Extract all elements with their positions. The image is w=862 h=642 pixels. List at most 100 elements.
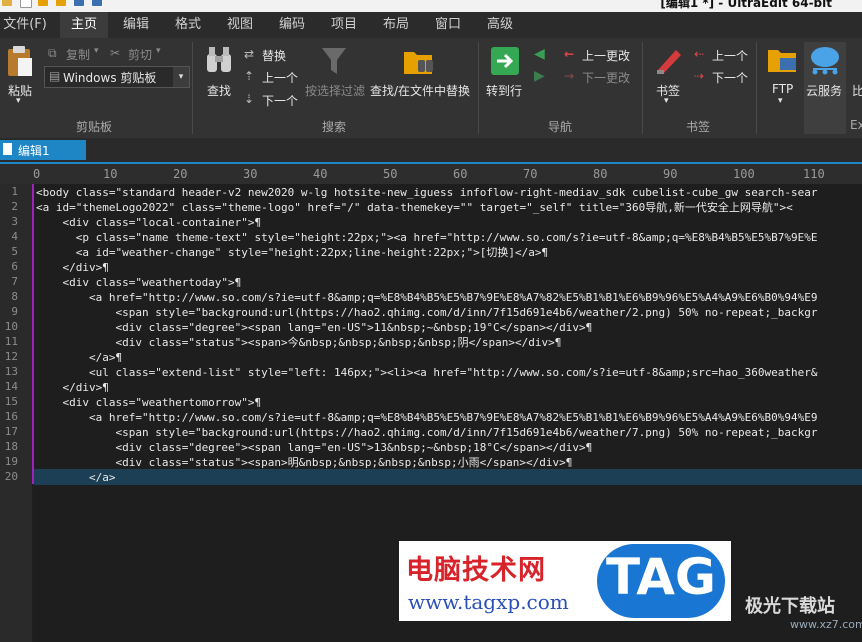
tab-window[interactable]: 窗口 xyxy=(426,12,470,38)
watermark-tag-text: TAG xyxy=(606,548,716,606)
group-divider xyxy=(478,42,479,134)
code-line[interactable]: <div class="status"><span>今&nbsp;&nbsp;&… xyxy=(36,335,561,350)
group-divider xyxy=(756,42,757,134)
ruler-label: 20 xyxy=(173,167,188,181)
code-line[interactable]: <div class="degree"><span lang="en-US">1… xyxy=(36,320,592,335)
code-line[interactable]: <div class="weathertomorrow">¶ xyxy=(36,395,261,410)
copy-icon: ⧉ xyxy=(48,46,57,60)
watermark-site2-url: www.xz7.com xyxy=(790,618,862,631)
code-line[interactable]: </div>¶ xyxy=(36,260,108,275)
tab-project[interactable]: 项目 xyxy=(322,12,366,38)
line-number: 19 xyxy=(4,455,18,468)
ribbon: 粘贴 ▾ ⧉ 复制 ▾ ✂ 剪切 ▾ ▤ Windows 剪贴板 ▾ 剪贴板 查… xyxy=(0,38,862,138)
save-all-icon[interactable] xyxy=(92,0,102,6)
group-search-label: 搜索 xyxy=(322,120,347,134)
line-number: 11 xyxy=(4,335,18,348)
ftp-label: FTP xyxy=(772,82,794,96)
code-line[interactable]: <div class="status"><span>明&nbsp;&nbsp;&… xyxy=(36,455,572,470)
document-tab-label: 编辑1 xyxy=(18,144,50,158)
prev-bookmark-icon: ⇠ xyxy=(694,47,705,61)
tab-home[interactable]: 主页 xyxy=(60,12,108,38)
document-tab[interactable]: 编辑1 xyxy=(0,140,86,160)
cloud-services-label: 云服务 xyxy=(806,84,843,98)
chevron-down-icon: ▾ xyxy=(778,96,783,106)
find-label: 查找 xyxy=(207,84,232,98)
clipboard-select-value: Windows 剪贴板 xyxy=(63,71,157,85)
scissors-icon: ✂ xyxy=(110,46,121,60)
goto-arrow-icon xyxy=(491,47,519,75)
group-bookmarks-label: 书签 xyxy=(686,120,711,134)
line-number: 20 xyxy=(4,470,18,483)
tab-file[interactable]: 文件(F) xyxy=(0,12,50,38)
tab-view[interactable]: 视图 xyxy=(218,12,262,38)
find-prev-label: 上一个 xyxy=(262,71,299,85)
code-line[interactable]: <body class="standard header-v2 new2020 … xyxy=(36,185,817,200)
code-line[interactable]: </a>¶ xyxy=(36,350,122,365)
save-icon[interactable] xyxy=(74,0,84,6)
prev-bookmark-label: 上一个 xyxy=(712,49,749,63)
find-in-files-icon xyxy=(404,52,433,74)
window-title: [编辑1 *] - UltraEdit 64-bit xyxy=(660,0,832,10)
tab-format[interactable]: 格式 xyxy=(166,12,210,38)
line-number: 1 xyxy=(11,185,18,198)
code-line[interactable]: <a id="weather-change" style="height:22p… xyxy=(36,245,548,260)
line-number: 14 xyxy=(4,380,18,393)
code-line[interactable]: <a id="themeLogo2022" class="theme-logo"… xyxy=(36,200,793,215)
tab-encoding[interactable]: 编码 xyxy=(270,12,314,38)
tab-edit[interactable]: 编辑 xyxy=(114,12,158,38)
line-number: 6 xyxy=(11,260,18,273)
tab-advanced[interactable]: 高级 xyxy=(478,12,522,38)
group-navigate-label: 导航 xyxy=(548,120,573,134)
watermark-url: www.tagxp.com xyxy=(408,590,569,614)
code-line[interactable]: </a> xyxy=(36,470,116,485)
ruler-label: 0 xyxy=(33,167,41,181)
copy-label: 复制 xyxy=(66,48,91,62)
chevron-down-icon: ▾ xyxy=(94,46,99,56)
filter-selection-label: 按选择过滤 xyxy=(305,84,366,98)
line-number: 3 xyxy=(11,215,18,228)
current-line-highlight xyxy=(34,469,862,485)
code-line[interactable]: <a href="http://www.so.com/s?ie=utf-8&am… xyxy=(36,410,818,425)
clipboard-select[interactable]: ▤ Windows 剪贴板 ▾ xyxy=(44,66,190,88)
line-number: 2 xyxy=(11,200,18,213)
code-line[interactable]: </div>¶ xyxy=(36,380,108,395)
line-number: 8 xyxy=(11,290,18,303)
new-file-icon[interactable] xyxy=(20,0,32,8)
code-line[interactable]: <p class="name theme-text" style="height… xyxy=(36,230,818,245)
code-line[interactable]: <div class="degree"><span lang="en-US">1… xyxy=(36,440,592,455)
ruler-label: 70 xyxy=(523,167,538,181)
code-line[interactable]: <a href="http://www.so.com/s?ie=utf-8&am… xyxy=(36,290,818,305)
open-folder-icon[interactable] xyxy=(38,0,48,6)
folder-icon[interactable] xyxy=(56,0,66,6)
find-next-icon: ⇣ xyxy=(244,92,255,106)
title-bar: [编辑1 *] - UltraEdit 64-bit xyxy=(0,0,862,12)
line-number: 9 xyxy=(11,305,18,318)
chevron-down-icon: ▾ xyxy=(156,46,161,56)
line-number: 5 xyxy=(11,245,18,258)
tab-layout[interactable]: 布局 xyxy=(374,12,418,38)
code-line[interactable]: <ul class="extend-list" style="left: 146… xyxy=(36,365,818,380)
line-number: 16 xyxy=(4,410,18,423)
funnel-icon xyxy=(322,48,346,74)
code-line[interactable]: <div class="weathertoday">¶ xyxy=(36,275,241,290)
group-divider xyxy=(642,42,643,134)
compare-label[interactable]: 比 xyxy=(852,82,862,99)
line-number: 13 xyxy=(4,365,18,378)
ruler-label: 90 xyxy=(663,167,678,181)
replace-icon: ⇄ xyxy=(244,47,255,61)
next-change-icon: → xyxy=(564,69,575,83)
nav-back-icon[interactable]: ◀ xyxy=(534,46,545,62)
nav-forward-icon[interactable]: ▶ xyxy=(534,68,545,84)
ruler-label: 10 xyxy=(103,167,118,181)
group-extra-label: Ex xyxy=(850,118,862,132)
chevron-down-icon[interactable]: ▾ xyxy=(173,67,189,87)
line-number: 15 xyxy=(4,395,18,408)
code-line[interactable]: <div class="local-container">¶ xyxy=(36,215,261,230)
code-line[interactable]: <span style="background:url(https://hao2… xyxy=(36,305,817,320)
code-line[interactable]: <span style="background:url(https://hao2… xyxy=(36,425,817,440)
find-prev-icon: ⇡ xyxy=(244,69,255,83)
line-number-gutter: 1 2 3 4 5 6 7 8 9 10 11 12 13 14 15 16 17 18 19 20 xyxy=(0,184,32,642)
prev-change-label: 上一更改 xyxy=(582,49,631,63)
ruler-label: 50 xyxy=(383,167,398,181)
next-bookmark-label: 下一个 xyxy=(712,71,749,85)
